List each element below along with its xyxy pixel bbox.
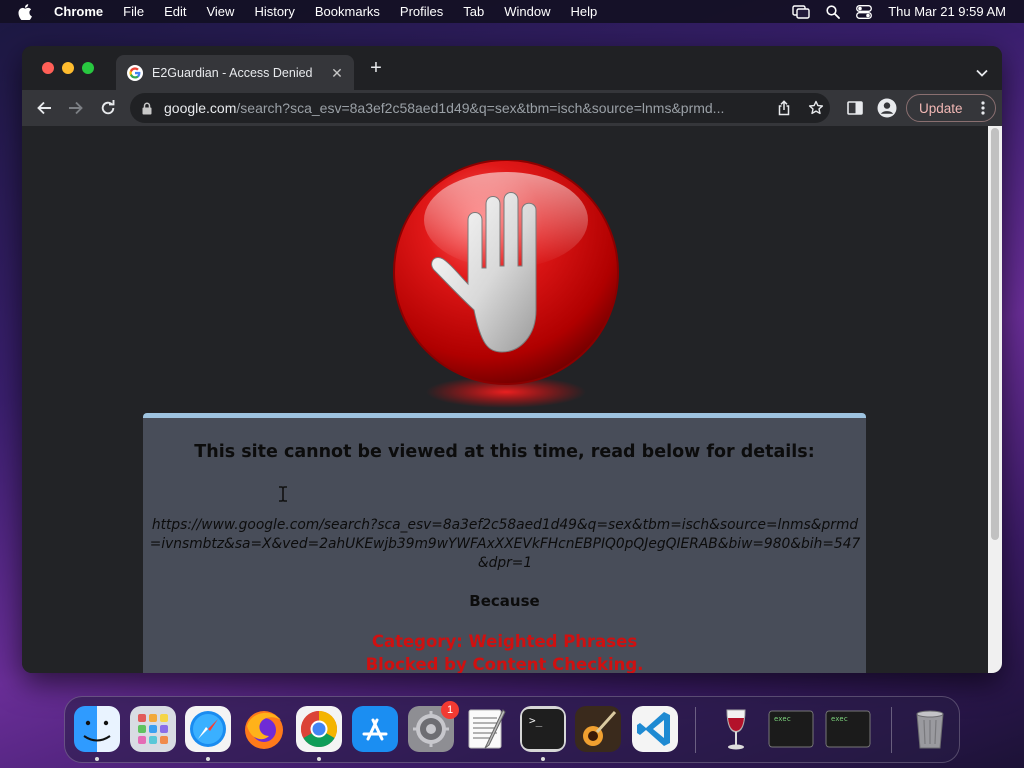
tab-active[interactable]: E2Guardian - Access Denied ✕ xyxy=(116,55,354,90)
menu-history[interactable]: History xyxy=(254,4,294,19)
chrome-menu-icon[interactable] xyxy=(981,101,985,115)
back-arrow-icon[interactable] xyxy=(34,98,54,118)
page-scrollbar-track[interactable] xyxy=(988,126,1002,673)
tab-title: E2Guardian - Access Denied xyxy=(152,65,313,80)
menu-bar: Chrome File Edit View History Bookmarks … xyxy=(0,0,1024,23)
window-zoom-button[interactable] xyxy=(82,62,94,74)
update-button[interactable]: Update xyxy=(906,94,996,122)
chrome-icon[interactable] xyxy=(296,706,342,752)
denied-headline: This site cannot be viewed at this time,… xyxy=(194,442,815,462)
chrome-window: E2Guardian - Access Denied ✕ + google.co… xyxy=(22,46,1002,673)
bookmark-star-icon[interactable] xyxy=(808,100,824,116)
menu-view[interactable]: View xyxy=(206,4,234,19)
safari-running-indicator xyxy=(206,757,210,761)
menu-bar-status-area: Thu Mar 21 9:59 AM xyxy=(792,0,1006,23)
menu-profiles[interactable]: Profiles xyxy=(400,4,443,19)
menu-help[interactable]: Help xyxy=(571,4,598,19)
wine-glass-icon[interactable] xyxy=(713,706,759,752)
tab-search-chevron-icon[interactable] xyxy=(976,64,988,77)
exec-label-1: exec xyxy=(774,715,791,723)
firefox-icon[interactable] xyxy=(241,706,287,752)
forward-arrow-icon[interactable] xyxy=(66,98,86,118)
access-denied-panel: This site cannot be viewed at this time,… xyxy=(143,413,866,673)
settings-notification-badge: 1 xyxy=(441,701,459,719)
trash-icon[interactable] xyxy=(907,706,953,752)
finder-icon[interactable] xyxy=(74,706,120,752)
exec-terminal-window-icon-2[interactable]: exec xyxy=(825,706,871,752)
address-bar[interactable]: google.com/search?sca_esv=8a3ef2c58aed1d… xyxy=(130,93,830,123)
window-minimize-button[interactable] xyxy=(62,62,74,74)
textedit-icon[interactable] xyxy=(463,706,509,752)
chrome-running-indicator xyxy=(317,757,321,761)
reload-icon[interactable] xyxy=(98,98,118,118)
finder-running-indicator xyxy=(95,757,99,761)
screen-mirroring-icon[interactable] xyxy=(792,4,810,19)
menu-edit[interactable]: Edit xyxy=(164,4,186,19)
tab-close-icon[interactable]: ✕ xyxy=(330,66,344,80)
dock: 1 >_ exec exec xyxy=(64,696,960,763)
tab-strip: E2Guardian - Access Denied ✕ + xyxy=(22,46,1002,90)
dock-separator-2 xyxy=(891,707,892,753)
menu-file[interactable]: File xyxy=(123,4,144,19)
browser-toolbar: google.com/search?sca_esv=8a3ef2c58aed1d… xyxy=(22,90,1002,126)
stop-hand-icon xyxy=(388,159,624,410)
terminal-prompt: >_ xyxy=(529,714,543,727)
block-category-text: Category: Weighted Phrases xyxy=(371,632,638,651)
safari-icon[interactable] xyxy=(185,706,231,752)
apple-icon[interactable] xyxy=(18,3,36,20)
window-close-button[interactable] xyxy=(42,62,54,74)
text-cursor-icon xyxy=(278,486,288,502)
url-path: /search?sca_esv=8a3ef2c58aed1d49&q=sex&t… xyxy=(236,100,725,116)
menu-bar-clock[interactable]: Thu Mar 21 9:59 AM xyxy=(888,4,1006,19)
update-button-label: Update xyxy=(919,100,963,116)
launchpad-icon[interactable] xyxy=(130,706,176,752)
dock-separator xyxy=(695,707,696,753)
garageband-guitar-icon[interactable] xyxy=(575,706,621,752)
address-bar-url[interactable]: google.com/search?sca_esv=8a3ef2c58aed1d… xyxy=(164,100,769,116)
terminal-icon[interactable]: >_ xyxy=(520,706,566,752)
exec-label-2: exec xyxy=(831,715,848,723)
share-icon[interactable] xyxy=(776,100,792,116)
url-host: google.com xyxy=(164,100,237,116)
vscode-icon[interactable] xyxy=(632,706,678,752)
terminal-running-indicator xyxy=(541,757,545,761)
block-reason-text: Blocked by Content Checking. xyxy=(365,655,644,673)
blocked-url-text: https://www.google.com/search?sca_esv=8a… xyxy=(149,517,861,571)
exec-terminal-window-icon[interactable]: exec xyxy=(768,706,814,752)
new-tab-icon[interactable]: + xyxy=(368,58,384,78)
control-center-icon[interactable] xyxy=(856,4,873,19)
menu-bookmarks[interactable]: Bookmarks xyxy=(315,4,380,19)
lock-icon[interactable] xyxy=(142,101,154,115)
menu-tab[interactable]: Tab xyxy=(463,4,484,19)
because-label: Because xyxy=(469,592,540,610)
side-panel-icon[interactable] xyxy=(845,98,865,118)
profile-avatar-icon[interactable] xyxy=(877,98,897,118)
page-scrollbar-thumb[interactable] xyxy=(991,128,999,540)
menu-app-name[interactable]: Chrome xyxy=(54,4,103,19)
google-favicon-icon xyxy=(127,64,143,81)
page-viewport[interactable]: This site cannot be viewed at this time,… xyxy=(22,126,1002,673)
app-store-icon[interactable] xyxy=(352,706,398,752)
menu-window[interactable]: Window xyxy=(504,4,550,19)
spotlight-search-icon[interactable] xyxy=(826,4,841,19)
